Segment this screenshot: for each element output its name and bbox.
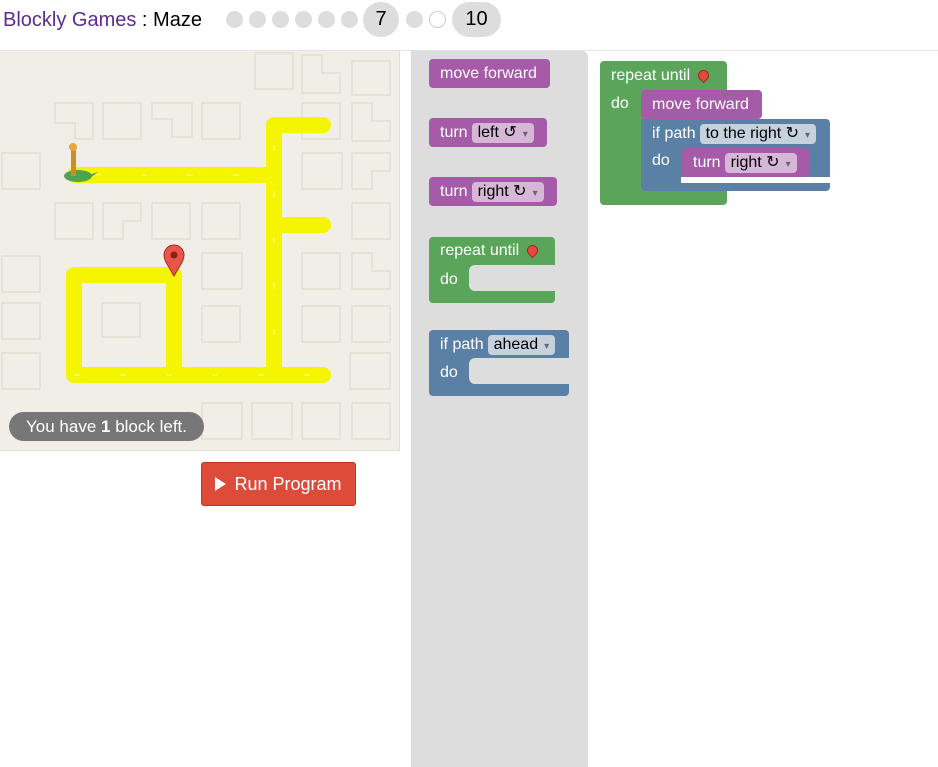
workspace-block-move-forward[interactable]: move forward (641, 90, 762, 119)
if-header: if path ahead ▾ (440, 335, 556, 355)
level-last-10[interactable]: 10 (452, 2, 501, 37)
toolbox-flyout (411, 51, 588, 767)
block-label: turn (440, 183, 468, 200)
path-direction-dropdown[interactable]: ahead ▾ (487, 335, 556, 355)
block-label: if path (440, 336, 484, 354)
dropdown-caret-icon: ▾ (805, 130, 811, 141)
level-dot-9[interactable] (429, 11, 446, 28)
do-label: do (440, 364, 458, 381)
do-label: do (652, 152, 670, 169)
title-separator: : (136, 9, 154, 31)
workspace-block-turn-right[interactable]: turn right ↻ ▾ (682, 148, 810, 177)
toolbox-block-turn-left[interactable]: turn left ↺ ▾ (429, 118, 547, 147)
level-current-7[interactable]: 7 (363, 2, 399, 37)
level-dot-4[interactable] (295, 11, 312, 28)
if-header: if path to the right ↻ ▾ (652, 124, 817, 144)
play-icon (215, 477, 227, 491)
capacity-suffix: block left. (110, 417, 188, 436)
level-dot-1[interactable] (226, 11, 243, 28)
maze-map (1, 52, 391, 440)
dropdown-caret-icon: ▾ (544, 341, 550, 352)
dropdown-value: ahead (493, 336, 539, 353)
toolbox-block-if-path[interactable]: if path ahead ▾ do (429, 330, 569, 396)
block-label: turn (440, 124, 468, 141)
dropdown-caret-icon: ▾ (522, 128, 528, 140)
toolbox-block-repeat-until[interactable]: repeat until do (429, 237, 555, 303)
goal-pin-icon (524, 242, 541, 259)
maze-canvas (0, 51, 400, 451)
block-label: repeat until (440, 242, 520, 259)
repeat-header: repeat until (440, 242, 541, 260)
dropdown-caret-icon: ▾ (785, 158, 791, 170)
header-bar: Blockly Games : Maze 7 10 (0, 0, 938, 51)
block-label: turn (693, 154, 721, 171)
level-dot-5[interactable] (318, 11, 335, 28)
level-dot-3[interactable] (272, 11, 289, 28)
do-label: do (440, 271, 458, 288)
dropdown-value: right ↻ (477, 182, 527, 200)
turn-direction-dropdown[interactable]: right ↻ ▾ (471, 181, 544, 202)
game-name: Maze (153, 9, 202, 31)
block-label: repeat until (611, 67, 691, 84)
statement-slot (469, 358, 569, 384)
dropdown-value: right ↻ (730, 153, 780, 171)
path-direction-dropdown[interactable]: to the right ↻ ▾ (699, 124, 817, 144)
block-label: move forward (440, 65, 537, 82)
page-title: Blockly Games : Maze (3, 9, 202, 32)
goal-pin-icon (695, 67, 712, 84)
dropdown-value: left ↺ (477, 123, 517, 141)
level-dot-6[interactable] (341, 11, 358, 28)
block-label: move forward (652, 96, 749, 113)
statement-slot (469, 265, 555, 291)
run-program-button[interactable]: Run Program (201, 462, 356, 506)
slot-gap (681, 177, 830, 183)
capacity-prefix: You have (26, 417, 101, 436)
do-label: do (611, 95, 629, 112)
dropdown-caret-icon: ▾ (532, 187, 538, 199)
toolbox-block-move-forward[interactable]: move forward (429, 59, 550, 88)
dropdown-value: to the right ↻ (705, 125, 800, 142)
turn-direction-dropdown[interactable]: left ↺ ▾ (471, 122, 534, 143)
repeat-header: repeat until (611, 67, 712, 85)
turn-direction-dropdown[interactable]: right ↻ ▾ (724, 152, 797, 173)
level-dot-8[interactable] (406, 11, 423, 28)
capacity-badge: You have 1 block left. (9, 412, 205, 441)
app-name-link[interactable]: Blockly Games (3, 9, 136, 31)
toolbox-block-turn-right[interactable]: turn right ↻ ▾ (429, 177, 557, 206)
level-dot-2[interactable] (249, 11, 266, 28)
run-program-label: Run Program (234, 473, 342, 494)
block-label: if path (652, 125, 696, 143)
